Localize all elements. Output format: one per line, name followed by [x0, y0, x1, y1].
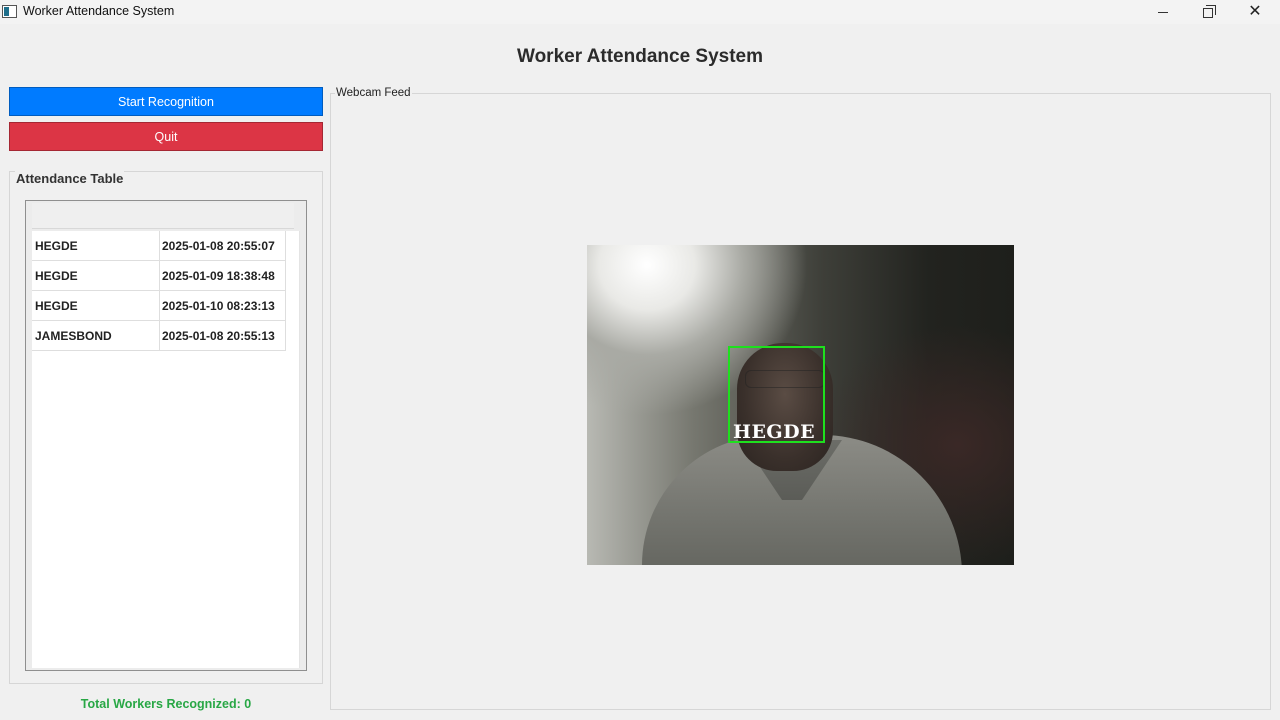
- face-label: HEGDE: [733, 421, 816, 443]
- time-cell: 2025-01-09 18:38:48: [160, 261, 286, 290]
- app-icon: [2, 5, 17, 18]
- table-row[interactable]: HEGDE 2025-01-10 08:23:13: [32, 291, 286, 321]
- window-title: Worker Attendance System: [23, 4, 175, 18]
- name-cell: HEGDE: [32, 291, 160, 320]
- page-title: Worker Attendance System: [516, 46, 764, 67]
- minimize-icon: [1158, 11, 1168, 13]
- time-cell: 2025-01-08 20:55:13: [160, 321, 286, 350]
- attendance-group-title: Attendance Table: [15, 171, 125, 186]
- name-cell: HEGDE: [32, 231, 160, 260]
- time-cell: 2025-01-08 20:55:07: [160, 231, 286, 260]
- webcam-group-title: Webcam Feed: [335, 87, 412, 99]
- webcam-feed-image: HEGDE: [587, 245, 1014, 565]
- table-row[interactable]: HEGDE 2025-01-08 20:55:07: [32, 231, 286, 261]
- name-cell: HEGDE: [32, 261, 160, 290]
- table-row[interactable]: JAMESBOND 2025-01-08 20:55:13: [32, 321, 286, 351]
- total-workers-label: Total Workers Recognized: 0: [80, 697, 252, 711]
- table-header: [32, 203, 294, 229]
- window-titlebar: Worker Attendance System ✕: [0, 0, 1280, 24]
- name-cell: JAMESBOND: [32, 321, 160, 350]
- quit-button[interactable]: Quit: [9, 122, 323, 151]
- close-button[interactable]: ✕: [1232, 0, 1278, 24]
- maximize-button[interactable]: [1186, 0, 1232, 24]
- start-recognition-button[interactable]: Start Recognition: [9, 87, 323, 116]
- restore-icon: [1203, 5, 1216, 18]
- time-cell: 2025-01-10 08:23:13: [160, 291, 286, 320]
- table-body: HEGDE 2025-01-08 20:55:07 HEGDE 2025-01-…: [32, 231, 300, 668]
- minimize-button[interactable]: [1140, 0, 1186, 24]
- table-row[interactable]: HEGDE 2025-01-09 18:38:48: [32, 261, 286, 291]
- attendance-table[interactable]: HEGDE 2025-01-08 20:55:07 HEGDE 2025-01-…: [25, 200, 307, 671]
- close-icon: ✕: [1248, 3, 1262, 20]
